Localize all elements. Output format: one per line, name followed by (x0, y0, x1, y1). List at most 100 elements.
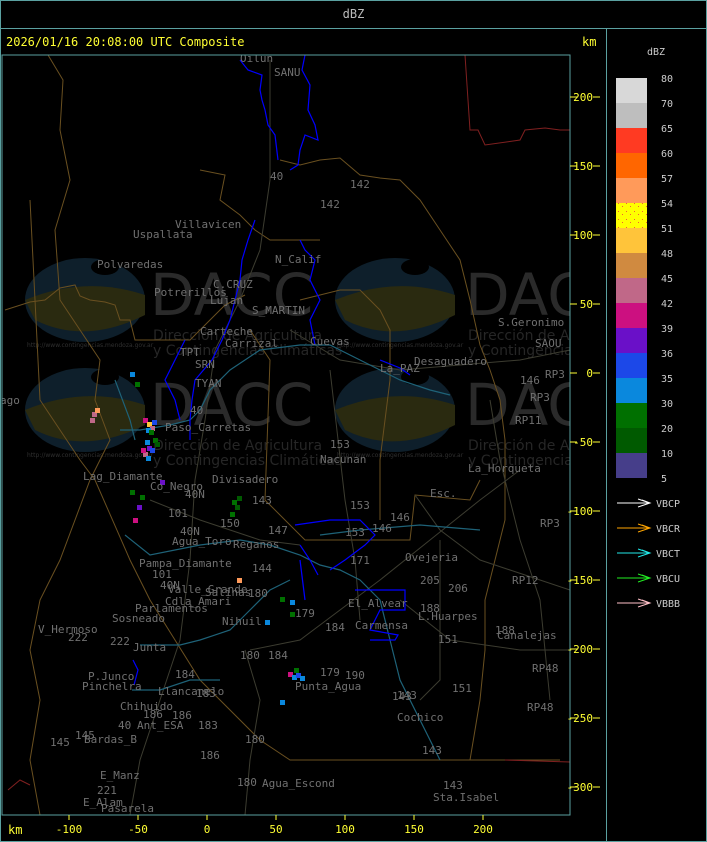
place-label: 222 (110, 635, 130, 648)
place-label: Paso_Carretas (165, 421, 251, 434)
place-label: 180 (248, 587, 268, 600)
place-label: 183 (198, 719, 218, 732)
echo-pixel (143, 450, 146, 453)
echo-pixel (296, 670, 299, 673)
country-border (7, 779, 31, 791)
echo-pixel (292, 602, 295, 605)
place-label: Carrizal (225, 337, 278, 350)
legend-color-swatch (616, 303, 647, 328)
place-label: Pasarela (101, 802, 154, 815)
place-label: Ovejeria (405, 551, 458, 564)
place-label: SANU (274, 66, 301, 79)
watermark-line1: Dirección de Agricultura (153, 438, 322, 454)
place-label: Desaguadero (414, 355, 487, 368)
legend-color-swatch (616, 178, 647, 203)
y-tick-label: -150 (567, 574, 594, 587)
echo-pixel (154, 422, 157, 425)
place-label: 143 (422, 744, 442, 757)
place-label: 205 (420, 574, 440, 587)
legend-color-swatch (616, 203, 647, 228)
place-label: 151 (438, 633, 458, 646)
place-label: Canalejas (497, 629, 557, 642)
legend-level-label: 65 (661, 124, 673, 135)
legend-color-swatch (616, 403, 647, 428)
place-label: 40 (190, 404, 203, 417)
y-tick-label: -50 (573, 436, 593, 449)
place-label: RP48 (527, 701, 554, 714)
echo-pixel (137, 384, 140, 387)
y-tick-label: -250 (567, 712, 594, 725)
place-label: El_Alvear (348, 597, 408, 610)
place-label: 184 (325, 621, 345, 634)
place-label: Sta.Isabel (433, 791, 499, 804)
echo-pixel (282, 702, 285, 705)
place-label: 146 (372, 522, 392, 535)
place-label: 222 (68, 631, 88, 644)
legend-level-label: 5 (661, 474, 667, 485)
legend-level-label: 20 (661, 424, 673, 435)
place-label: Esc. (430, 487, 457, 500)
y-tick-label: 150 (573, 160, 593, 173)
place-label: 101 (168, 507, 188, 520)
place-label: 150 (220, 517, 240, 530)
echo-pixel (239, 498, 242, 501)
place-label: 151 (452, 682, 472, 695)
place-label: Bardas_B (84, 733, 137, 746)
legend-level-label: 45 (661, 274, 673, 285)
place-label: 171 (350, 554, 370, 567)
echo-pixel (139, 507, 142, 510)
legend-level-label: 30 (661, 399, 673, 410)
legend-color-swatch (616, 378, 647, 403)
radar-map[interactable]: DACC Dirección de Agriculturay Contingenc… (0, 0, 707, 842)
place-label: 40 (270, 170, 283, 183)
legend: 80 70 65 60 57 54 51 48 45 42 39 36 35 30 20 10 5 VBCP VBC… (616, 74, 681, 610)
legend-color-swatch (616, 153, 647, 178)
place-label: L.Huarpes (418, 610, 478, 623)
legend-level-label: 51 (661, 224, 673, 235)
place-label: 142 (320, 198, 340, 211)
echo-pixel (148, 458, 151, 461)
watermark-logo-text: DACC (465, 371, 628, 439)
place-label: 180 (240, 649, 260, 662)
echo-pixel (92, 420, 95, 423)
legend-level-label: 39 (661, 324, 673, 335)
echo-pixel (142, 497, 145, 500)
legend-radar-label: VBCR (656, 524, 681, 535)
legend-level-label: 80 (661, 74, 673, 85)
axis-unit-top: km (582, 35, 597, 49)
legend-color-swatch (616, 428, 647, 453)
echo-pixel (267, 622, 270, 625)
place-label: Agua_Toro (172, 535, 232, 548)
place-label: 186 (200, 749, 220, 762)
place-label: 40 (118, 719, 131, 732)
place-label: 143 (392, 690, 412, 703)
place-label: 40N (185, 488, 205, 501)
radar-arrow-icon (617, 598, 652, 608)
x-tick-label: 100 (335, 823, 355, 836)
place-label: Oilun (240, 52, 273, 65)
watermark-url: http://www.contingencias.mendoza.gov.ar (337, 342, 464, 349)
place-label: Cuevas (310, 335, 350, 348)
legend-level-label: 36 (661, 349, 673, 360)
echo-pixel (234, 502, 237, 505)
legend-color-swatch (616, 103, 647, 128)
legend-color-swatch (616, 253, 647, 278)
legend-radar-label: VBCP (656, 499, 680, 510)
place-label: TYAN (195, 377, 222, 390)
place-label: 144 (252, 562, 272, 575)
x-tick-label: 200 (473, 823, 493, 836)
place-label: 145 (50, 736, 70, 749)
echo-pixel (157, 444, 160, 447)
y-tick-label: 200 (573, 91, 593, 104)
echo-pixel (94, 414, 97, 417)
place-label: 143 (252, 494, 272, 507)
legend-radar-label: VBCU (656, 574, 680, 585)
watermark-url: http://www.contingencias.mendoza.gov.ar (27, 452, 154, 459)
legend-color-swatch (616, 328, 647, 353)
legend-color-swatch (616, 278, 647, 303)
dacc-logo-icon (91, 369, 119, 385)
watermark-line2: y Contingencias Climáticas (153, 453, 342, 469)
echo-pixel (135, 520, 138, 523)
place-label: Carmensa (355, 619, 408, 632)
place-label: RP11 (515, 414, 542, 427)
